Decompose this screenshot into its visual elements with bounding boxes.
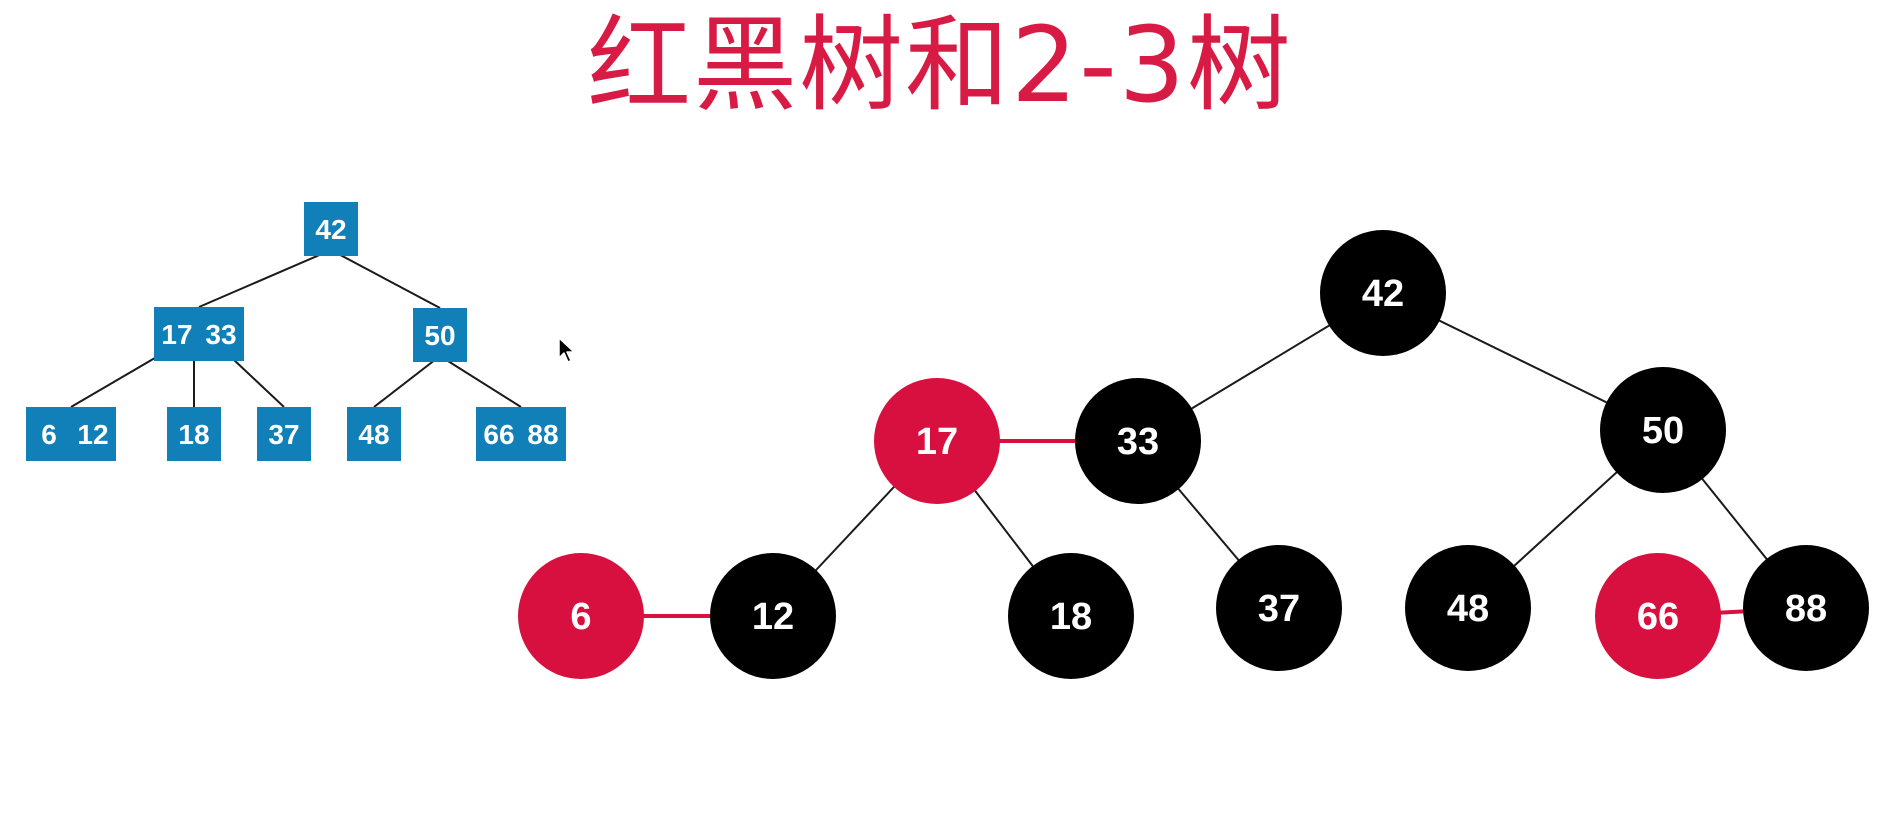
rb-node-label: 48: [1447, 588, 1489, 630]
rb-node-6-red: 6: [518, 553, 644, 679]
tt-key-label: 18: [178, 419, 209, 450]
tt-node-42: 42: [304, 202, 358, 256]
rb-node-label: 33: [1117, 421, 1159, 463]
rb-node-18-black: 18: [1008, 553, 1134, 679]
tt-edge-n50-n48: [373, 355, 441, 408]
tt-edge-n50-n66_88: [439, 355, 522, 408]
tree-diagram: 4217 33 506 12 18 37 48 66 88 4217 33 506 12 18 37 48 6…: [26, 202, 1869, 679]
tt-node-17-33: 17 33: [154, 307, 244, 361]
tt-edge-n17_33-n37: [228, 354, 285, 408]
rb-node-label: 37: [1258, 588, 1300, 630]
rb-node-42-black: 42: [1320, 230, 1446, 356]
two-three-tree-nodes: 4217 33 506 12 18 37 48 66 88: [26, 202, 566, 461]
rb-node-37-black: 37: [1216, 545, 1342, 671]
mouse-cursor-icon: [558, 337, 575, 363]
tt-node-66-88: 66 88: [476, 407, 566, 461]
tt-key-label: 6: [41, 419, 57, 450]
rb-node-label: 6: [570, 596, 591, 638]
rb-node-88-black: 88: [1743, 545, 1869, 671]
rb-node-label: 18: [1050, 596, 1092, 638]
tt-node-50: 50: [413, 308, 467, 362]
rb-node-label: 88: [1785, 588, 1827, 630]
tt-key-label: 66: [483, 419, 514, 450]
tt-node-6-12: 6 12: [26, 407, 116, 461]
rb-node-17-red: 17: [874, 378, 1000, 504]
rb-node-50-black: 50: [1600, 367, 1726, 493]
rb-node-12-black: 12: [710, 553, 836, 679]
tt-key-label: 88: [527, 419, 558, 450]
tt-edge-n17_33-n6_12: [70, 354, 161, 408]
tt-key-label: 33: [205, 319, 236, 350]
tt-key-label: 17: [161, 319, 192, 350]
tt-edge-n42-n50: [330, 249, 441, 309]
tt-node-48: 48: [347, 407, 401, 461]
tt-key-label: 12: [77, 419, 108, 450]
tt-key-label: 50: [424, 320, 455, 351]
rb-node-label: 66: [1637, 596, 1679, 638]
rb-node-label: 42: [1362, 273, 1404, 315]
tt-key-label: 37: [268, 419, 299, 450]
rb-node-33-black: 33: [1075, 378, 1201, 504]
rb-node-66-red: 66: [1595, 553, 1721, 679]
rb-node-48-black: 48: [1405, 545, 1531, 671]
tt-edge-n42-n17_33: [198, 249, 332, 308]
rb-node-label: 17: [916, 421, 958, 463]
red-black-tree-nodes: 42 17 33 50 6 12 18 37 48 66 88: [518, 230, 1869, 679]
tt-key-label: 48: [358, 419, 389, 450]
tt-node-18: 18: [167, 407, 221, 461]
rb-node-label: 50: [1642, 410, 1684, 452]
tt-node-37: 37: [257, 407, 311, 461]
tt-key-label: 42: [315, 214, 346, 245]
rb-node-label: 12: [752, 596, 794, 638]
